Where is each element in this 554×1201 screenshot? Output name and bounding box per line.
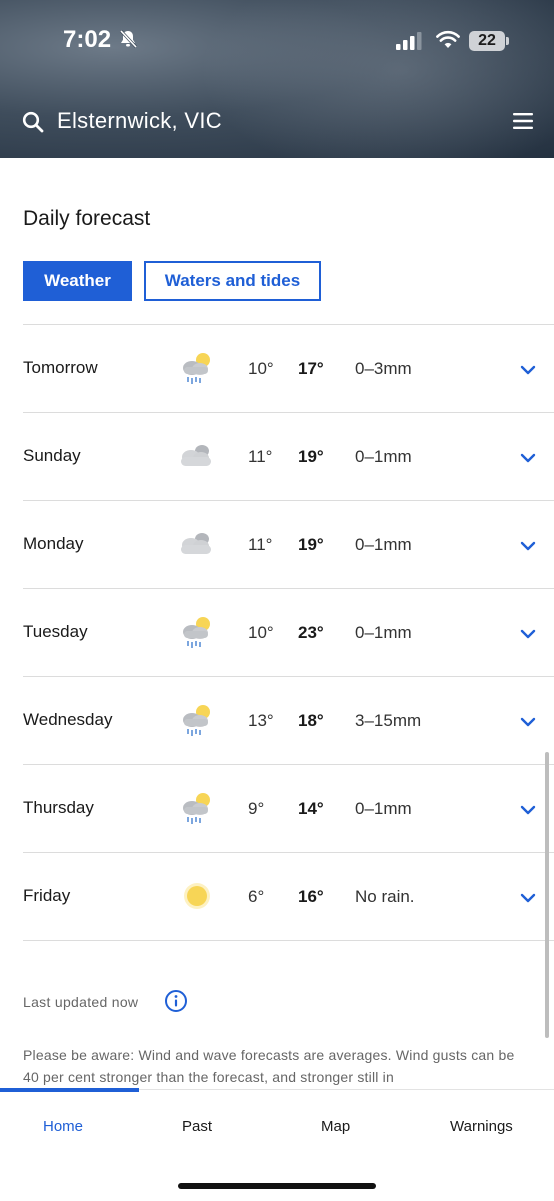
forecast-min: 13°	[248, 711, 274, 730]
forecast-rain: 0–3mm	[355, 359, 412, 378]
showers-sun-icon	[177, 701, 215, 739]
search-icon[interactable]	[22, 111, 44, 138]
forecast-row[interactable]: Thursday 9° 14° 0–1mm	[23, 764, 554, 852]
nav-home[interactable]: Home	[43, 1118, 83, 1135]
menu-icon[interactable]	[512, 112, 534, 135]
status-time: 7:02	[63, 26, 112, 53]
chevron-down-icon[interactable]	[520, 362, 536, 380]
header: 7:02 22 Elsternwick, VIC	[0, 0, 554, 158]
chevron-down-icon[interactable]	[520, 450, 536, 468]
bell-muted-icon	[118, 29, 138, 54]
forecast-day: Wednesday	[23, 710, 113, 729]
chevron-down-icon[interactable]	[520, 714, 536, 732]
chevron-down-icon[interactable]	[520, 626, 536, 644]
forecast-row[interactable]: Friday 6° 16° No rain.	[23, 852, 554, 941]
forecast-min: 9°	[248, 799, 265, 818]
forecast-rain: 0–1mm	[355, 535, 412, 554]
showers-sun-icon	[177, 789, 215, 827]
forecast-rain: 0–1mm	[355, 623, 412, 642]
nav-map[interactable]: Map	[321, 1118, 350, 1135]
battery-tip	[506, 37, 509, 45]
chevron-down-icon[interactable]	[520, 890, 536, 908]
location-title[interactable]: Elsternwick, VIC	[57, 108, 222, 134]
tab-waters-and-tides[interactable]: Waters and tides	[144, 261, 321, 301]
home-indicator[interactable]	[178, 1183, 376, 1189]
nav-past[interactable]: Past	[182, 1118, 212, 1135]
cloudy-icon	[177, 437, 215, 475]
forecast-max: 14°	[298, 799, 324, 818]
forecast-day: Sunday	[23, 446, 81, 465]
forecast-row[interactable]: Wednesday 13° 18° 3–15mm	[23, 676, 554, 764]
forecast-max: 17°	[298, 359, 324, 378]
forecast-row[interactable]: Monday 11° 19° 0–1mm	[23, 500, 554, 588]
nav-active-indicator	[0, 1088, 139, 1092]
forecast-max: 19°	[298, 535, 324, 554]
forecast-min: 11°	[248, 447, 273, 466]
forecast-day: Friday	[23, 886, 71, 905]
forecast-day: Monday	[23, 534, 84, 553]
forecast-max: 23°	[298, 623, 324, 642]
nav-warnings[interactable]: Warnings	[450, 1118, 513, 1135]
section-title: Daily forecast	[23, 207, 151, 230]
forecast-min: 10°	[248, 623, 274, 642]
wifi-icon	[436, 30, 460, 55]
scrollbar[interactable]	[545, 752, 549, 1038]
chevron-down-icon[interactable]	[520, 802, 536, 820]
info-icon[interactable]	[164, 989, 188, 1018]
forecast-day: Thursday	[23, 798, 94, 817]
forecast-row[interactable]: Tomorrow 10° 17° 0–3mm	[23, 324, 554, 412]
last-updated-text: Last updated now	[23, 994, 139, 1010]
forecast-row[interactable]: Sunday 11° 19° 0–1mm	[23, 412, 554, 500]
forecast-max: 16°	[298, 887, 324, 906]
chevron-down-icon[interactable]	[520, 538, 536, 556]
forecast-rain: No rain.	[355, 887, 415, 906]
showers-sun-icon	[177, 349, 215, 387]
forecast-max: 19°	[298, 447, 324, 466]
showers-sun-icon	[177, 613, 215, 651]
battery-indicator: 22	[469, 31, 505, 51]
sunny-icon	[177, 877, 215, 915]
forecast-min: 11°	[248, 535, 273, 554]
forecast-max: 18°	[298, 711, 324, 730]
forecast-row[interactable]: Tuesday 10° 23° 0–1mm	[23, 588, 554, 676]
forecast-day: Tomorrow	[23, 358, 98, 377]
tab-weather[interactable]: Weather	[23, 261, 132, 301]
forecast-notice: Please be aware: Wind and wave forecasts…	[23, 1047, 515, 1085]
bottom-nav: Home Past Map Warnings	[0, 1088, 554, 1201]
forecast-min: 10°	[248, 359, 274, 378]
forecast-day: Tuesday	[23, 622, 88, 641]
cloudy-icon	[177, 525, 215, 563]
forecast-rain: 0–1mm	[355, 447, 412, 466]
forecast-min: 6°	[248, 887, 265, 906]
forecast-list: Tomorrow 10° 17° 0–3mm Sunday 11° 19° 0–…	[0, 324, 554, 941]
forecast-rain: 3–15mm	[355, 711, 422, 730]
signal-icon	[396, 32, 424, 55]
forecast-rain: 0–1mm	[355, 799, 412, 818]
